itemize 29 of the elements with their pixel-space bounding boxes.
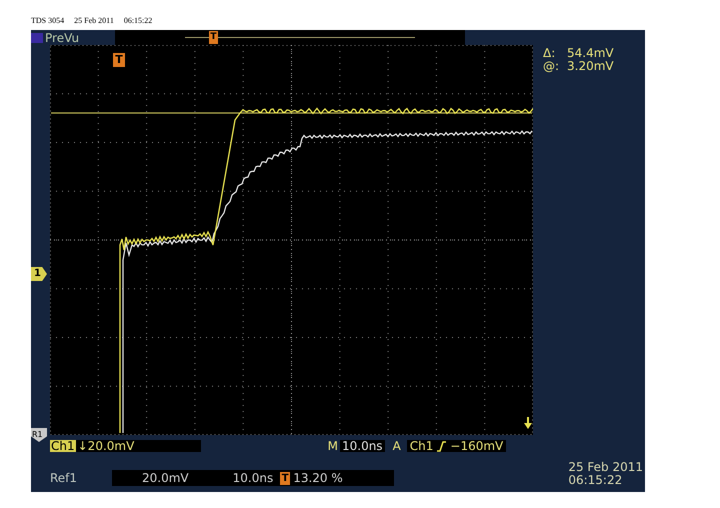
- screen-date: 25 Feb 2011: [568, 461, 643, 474]
- readout-value: 3.20mV: [567, 60, 614, 73]
- channel-marker: 1: [31, 267, 47, 281]
- reference-scale: 20.0mV: [142, 472, 189, 484]
- trigger-position-marker: T: [280, 472, 290, 484]
- readout-value: 54.4mV: [567, 47, 614, 60]
- reference-label: Ref1: [50, 472, 78, 484]
- capture-time: 06:15:22: [124, 15, 152, 27]
- capture-date: 25 Feb 2011: [74, 15, 114, 27]
- trigger-marker: T: [113, 53, 125, 67]
- trigger-label: A: [392, 440, 401, 452]
- readout-label: Δ:: [543, 47, 556, 60]
- reference-marker: R1: [31, 428, 47, 442]
- model-name: TDS 3054: [31, 15, 64, 27]
- rising-edge-icon: [437, 440, 446, 452]
- timebase-label: M: [328, 440, 338, 452]
- timebase-value: 10.0ns: [340, 440, 385, 452]
- arrow-down-icon: [524, 417, 532, 429]
- reference-timebase: 10.0ns: [232, 472, 274, 484]
- trigger-position: 13.20 %: [293, 472, 343, 484]
- mode-block-icon: [31, 32, 43, 42]
- vertical-scale: ↓20.0mV: [76, 440, 201, 452]
- preview-mode-text: PreVu: [45, 32, 80, 44]
- readout-label: @:: [543, 60, 560, 73]
- trigger-source: Ch1: [410, 440, 434, 452]
- trigger-position-marker: T: [209, 31, 218, 44]
- channel-badge: Ch1: [50, 440, 76, 452]
- trigger-level: −160mV: [450, 440, 504, 452]
- screen-time: 06:15:22: [568, 474, 624, 487]
